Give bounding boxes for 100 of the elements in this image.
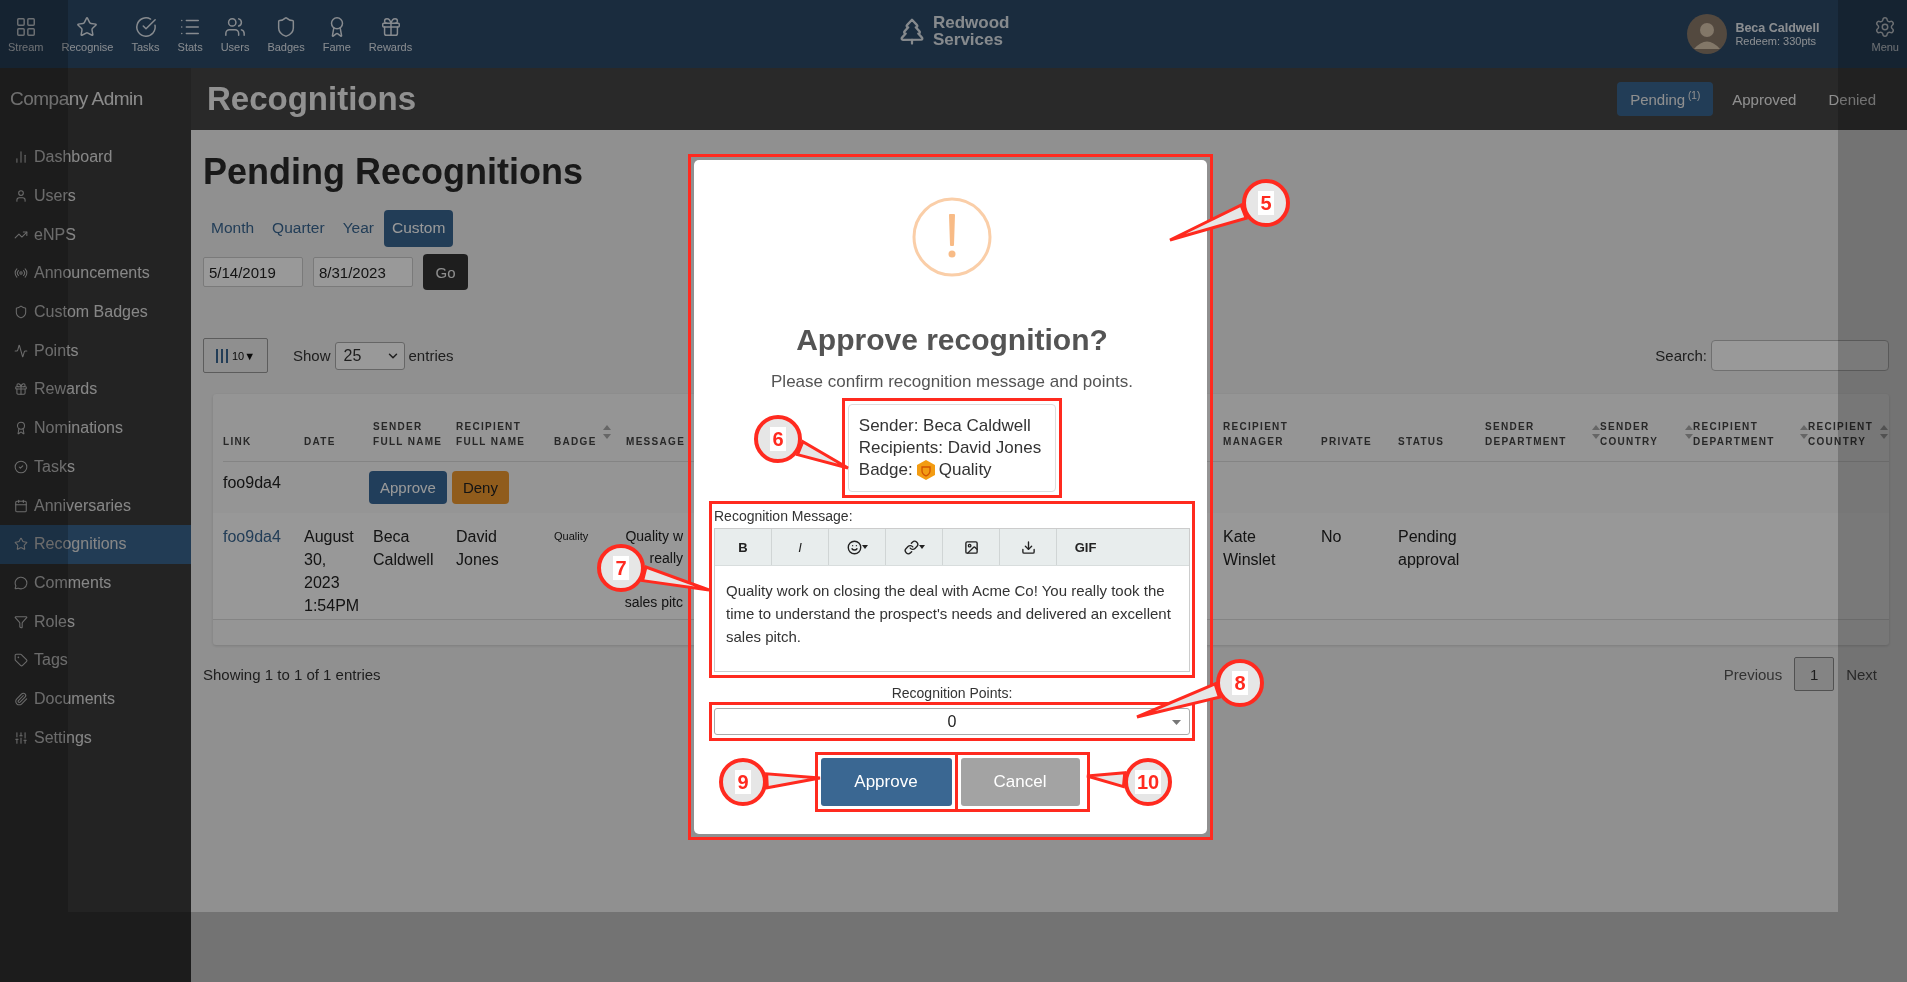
cancel-button[interactable]: Cancel xyxy=(960,758,1080,806)
sidebar-item[interactable]: Users xyxy=(0,176,191,216)
message-text[interactable]: Quality work on closing the deal with Acme Co! You really took the time to understand the prospect's needs and delivered an excellent sales pitch. xyxy=(715,566,1189,648)
page-title: Recognitions xyxy=(207,80,416,118)
user-icon xyxy=(14,189,28,204)
sort-icon[interactable] xyxy=(1685,425,1693,439)
table-cell-text: foo9da4 xyxy=(223,473,282,493)
sidebar-item[interactable]: Points xyxy=(0,331,191,371)
start-date-field[interactable]: 5/14/2019 xyxy=(203,257,303,287)
page-size-select[interactable]: 25 xyxy=(334,341,405,370)
menu-button[interactable]: Menu xyxy=(1871,15,1899,53)
approve-button[interactable]: Approve xyxy=(820,758,952,806)
sort-icon[interactable] xyxy=(1592,425,1600,439)
nav-item[interactable]: Badges xyxy=(263,15,309,53)
column-header: RECIPIENT COUNTRY xyxy=(1808,420,1875,449)
period-tab[interactable]: Month xyxy=(203,210,263,247)
record-link[interactable]: foo9da4 xyxy=(223,525,304,548)
paperclip-icon xyxy=(14,691,28,706)
column-header: SENDER COUNTRY xyxy=(1600,420,1660,449)
page-button[interactable]: 1 xyxy=(1794,657,1835,691)
sidebar-item[interactable]: Rewards xyxy=(0,370,191,409)
nav-item[interactable]: Recognise xyxy=(57,15,118,53)
callout-marker: 8 xyxy=(1216,659,1264,707)
caret-icon xyxy=(918,545,925,549)
points-select[interactable]: 0 xyxy=(714,708,1190,735)
table-cell-text: Quality xyxy=(554,529,590,544)
sort-icon[interactable] xyxy=(602,425,611,439)
sidebar-item[interactable]: Settings xyxy=(0,718,191,757)
sliders-icon xyxy=(14,730,28,745)
column-header: BADGE xyxy=(554,435,598,449)
column-header: RECIPIENT MANAGER xyxy=(1223,420,1290,449)
bold-button[interactable]: B xyxy=(715,529,772,565)
entries-label: entries xyxy=(408,347,454,364)
end-date-field[interactable]: 8/31/2023 xyxy=(313,257,413,287)
sidebar-item[interactable]: Custom Badges xyxy=(0,292,191,332)
star-icon xyxy=(76,15,99,38)
sidebar-item[interactable]: Announcements xyxy=(0,254,191,293)
sort-icon[interactable] xyxy=(1800,425,1808,439)
gift-icon xyxy=(379,15,402,38)
search-field[interactable] xyxy=(1711,340,1889,371)
status-tab[interactable]: Pending $^{(1)}$ xyxy=(1617,82,1714,116)
status-tab[interactable]: Approved xyxy=(1719,82,1810,116)
period-tab[interactable]: Year xyxy=(334,210,382,247)
nav-item[interactable]: Users xyxy=(216,15,254,53)
table-cell-text: Beca Caldwell xyxy=(373,527,435,570)
sidebar-item[interactable]: Recognitions xyxy=(0,524,191,564)
badge-name: Quality xyxy=(938,459,992,481)
column-header: RECIPIENT FULL NAME xyxy=(456,420,527,449)
link-icon xyxy=(903,539,919,555)
italic-button[interactable]: I xyxy=(772,529,829,565)
tag-icon xyxy=(14,653,28,668)
sidebar-item[interactable]: Comments xyxy=(0,563,191,603)
deny-button[interactable]: Deny xyxy=(451,471,509,504)
go-button[interactable]: Go xyxy=(423,254,468,290)
next-link[interactable]: Next xyxy=(1834,665,1889,683)
period-tab[interactable]: Custom xyxy=(384,210,454,247)
sidebar-item[interactable]: Dashboard xyxy=(0,138,191,177)
column-header: RECIPIENT DEPARTMENT xyxy=(1693,420,1776,449)
chat-icon xyxy=(14,575,28,590)
nav-item[interactable]: Stats xyxy=(173,15,207,53)
sidebar-item[interactable]: Nominations xyxy=(0,408,191,448)
sidebar-item[interactable]: Tags xyxy=(0,640,191,680)
column-header: MESSAGE xyxy=(626,435,687,449)
nav-item[interactable]: Fame xyxy=(318,15,355,53)
sidebar-item[interactable]: eNPS xyxy=(0,215,191,255)
nav-item[interactable]: Tasks xyxy=(127,15,164,53)
entries-info: Showing 1 to 1 of 1 entries xyxy=(203,665,381,683)
sort-icon[interactable] xyxy=(1880,425,1888,439)
callout-marker: 5 xyxy=(1242,179,1290,227)
previous-link[interactable]: Previous xyxy=(1711,665,1795,683)
gif-button[interactable]: GIF xyxy=(1057,529,1114,565)
status-tab[interactable]: Denied xyxy=(1815,82,1889,116)
settings-icon xyxy=(1874,15,1897,38)
image-icon xyxy=(963,539,979,555)
table-cell-text: Pending approval xyxy=(1398,527,1461,570)
column-header: STATUS xyxy=(1398,435,1446,449)
column-header: SENDER DEPARTMENT xyxy=(1485,420,1568,449)
table-cell-text: August 30, 2023 1:54PM xyxy=(304,527,361,616)
avatar[interactable] xyxy=(1687,14,1728,54)
period-tab[interactable]: Quarter xyxy=(264,210,333,247)
check-circle-icon xyxy=(14,459,28,474)
dialog-title: Approve recognition? xyxy=(796,322,1108,358)
sidebar-item[interactable]: Documents xyxy=(0,679,191,719)
sidebar-item[interactable]: Anniversaries xyxy=(0,486,191,525)
message-text: Quality w xyxy=(625,527,683,546)
nav-item[interactable]: Stream xyxy=(4,15,48,53)
detail-line: Sender: Beca Caldwell xyxy=(858,415,1032,437)
dialog-subtitle: Please confirm recognition message and points. xyxy=(771,371,1133,393)
sidebar-item[interactable]: Roles xyxy=(0,602,191,641)
sidebar-item[interactable]: Tasks xyxy=(0,447,191,487)
nav-item[interactable]: Rewards xyxy=(364,15,417,53)
pulse-icon xyxy=(14,343,28,358)
badge-label: Badge: xyxy=(858,459,913,481)
columns-button[interactable]: 10▼ xyxy=(203,338,268,373)
gift-icon xyxy=(14,382,28,397)
chart-icon xyxy=(14,150,28,165)
warning-icon xyxy=(912,197,992,277)
star-icon xyxy=(14,537,28,552)
approve-button[interactable]: Approve xyxy=(369,471,447,504)
columns-icon xyxy=(215,347,228,364)
